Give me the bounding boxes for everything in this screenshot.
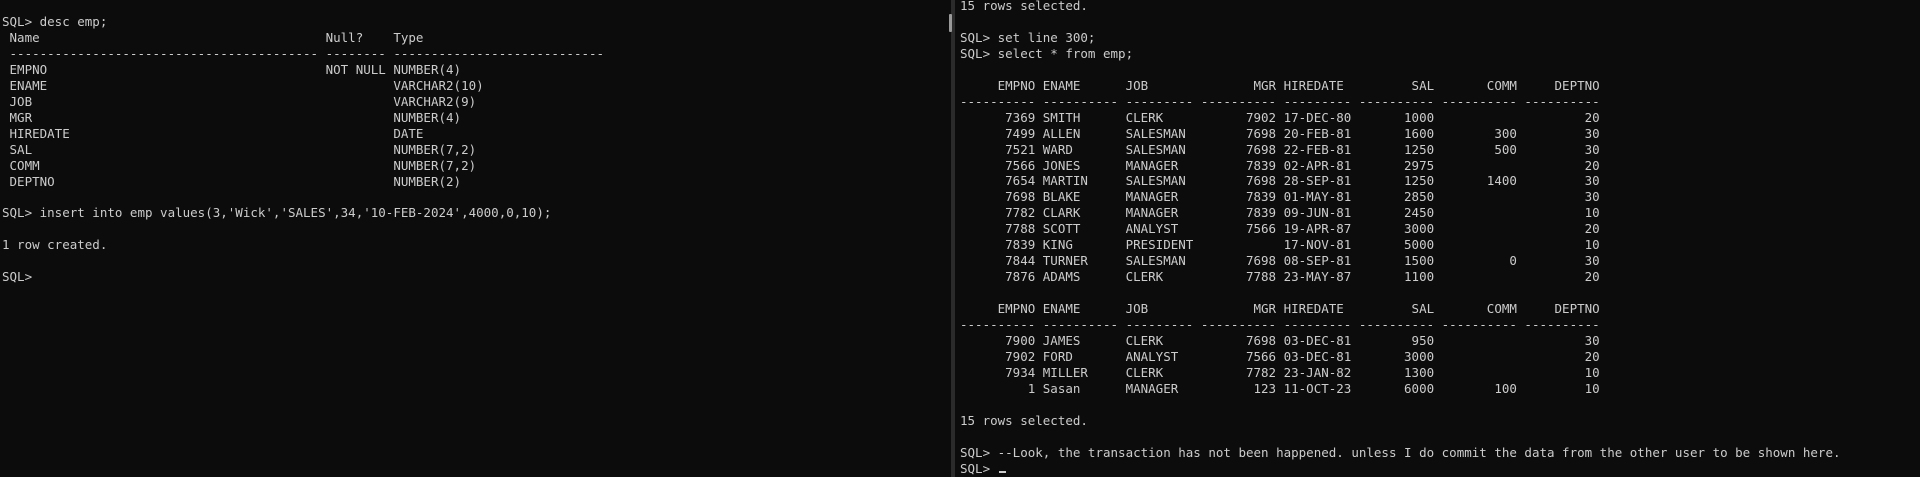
left-line: 1 row created. — [2, 237, 108, 253]
left-terminal-output[interactable]: SQL> desc emp; Name Null? Type ---------… — [2, 14, 604, 285]
right-terminal-output[interactable]: 15 rows selected. SQL> set line 300; SQL… — [960, 0, 1841, 477]
right-line: ---------- ---------- --------- --------… — [960, 317, 1600, 333]
pane-divider[interactable] — [951, 0, 955, 477]
right-line: SQL> select * from emp; — [960, 45, 1134, 61]
left-line: SQL> desc emp; — [2, 14, 108, 29]
left-line: HIREDATE DATE — [2, 125, 424, 141]
left-line: SAL NUMBER(7,2) — [2, 141, 477, 157]
right-line: 7902 FORD ANALYST 7566 03-DEC-81 3000 20 — [960, 348, 1600, 364]
right-line: ---------- ---------- --------- --------… — [960, 93, 1600, 109]
right-line: 7876 ADAMS CLERK 7788 23-MAY-87 1100 20 — [960, 269, 1600, 285]
left-line: ----------------------------------------… — [2, 45, 605, 61]
right-line: SQL> --Look, the transaction has not bee… — [960, 444, 1841, 460]
left-terminal-pane[interactable]: SQL> desc emp; Name Null? Type ---------… — [0, 0, 948, 477]
right-line: 15 rows selected. — [960, 412, 1088, 428]
right-terminal-pane[interactable]: 15 rows selected. SQL> set line 300; SQL… — [958, 0, 1920, 477]
left-line: DEPTNO NUMBER(2) — [2, 173, 462, 189]
left-line: SQL> — [2, 269, 33, 285]
right-line: 7782 CLARK MANAGER 7839 09-JUN-81 2450 1… — [960, 205, 1600, 221]
right-line: EMPNO ENAME JOB MGR HIREDATE SAL COMM DE… — [960, 77, 1600, 93]
right-line: 7934 MILLER CLERK 7782 23-JAN-82 1300 10 — [960, 364, 1600, 380]
right-line: 15 rows selected. — [960, 0, 1088, 13]
left-line: ENAME VARCHAR2(10) — [2, 77, 484, 93]
right-line: SQL> set line 300; — [960, 29, 1096, 45]
left-line: COMM NUMBER(7,2) — [2, 157, 477, 173]
right-line: EMPNO ENAME JOB MGR HIREDATE SAL COMM DE… — [960, 301, 1600, 317]
right-line: 7900 JAMES CLERK 7698 03-DEC-81 950 30 — [960, 333, 1600, 349]
right-line: 7654 MARTIN SALESMAN 7698 28-SEP-81 1250… — [960, 173, 1600, 189]
right-line: 7844 TURNER SALESMAN 7698 08-SEP-81 1500… — [960, 253, 1600, 269]
left-line: SQL> insert into emp values(3,'Wick','SA… — [2, 205, 552, 221]
right-line: 7698 BLAKE MANAGER 7839 01-MAY-81 2850 3… — [960, 189, 1600, 205]
right-line: 7521 WARD SALESMAN 7698 22-FEB-81 1250 5… — [960, 141, 1600, 157]
right-pane-scrollbar-thumb[interactable] — [949, 14, 952, 32]
right-line: 1 Sasan MANAGER 123 11-OCT-23 6000 100 1… — [960, 380, 1600, 396]
right-line: 7566 JONES MANAGER 7839 02-APR-81 2975 2… — [960, 157, 1600, 173]
right-line: 7788 SCOTT ANALYST 7566 19-APR-87 3000 2… — [960, 221, 1600, 237]
left-line: MGR NUMBER(4) — [2, 109, 462, 125]
right-line: SQL> — [960, 460, 998, 476]
left-line: Name Null? Type — [2, 29, 424, 45]
right-line: 7499 ALLEN SALESMAN 7698 20-FEB-81 1600 … — [960, 125, 1600, 141]
right-line: 7839 KING PRESIDENT 17-NOV-81 5000 10 — [960, 237, 1600, 253]
cursor-icon — [998, 470, 1006, 473]
left-line: EMPNO NOT NULL NUMBER(4) — [2, 61, 462, 77]
left-line: JOB VARCHAR2(9) — [2, 93, 477, 109]
right-line: 7369 SMITH CLERK 7902 17-DEC-80 1000 20 — [960, 109, 1600, 125]
